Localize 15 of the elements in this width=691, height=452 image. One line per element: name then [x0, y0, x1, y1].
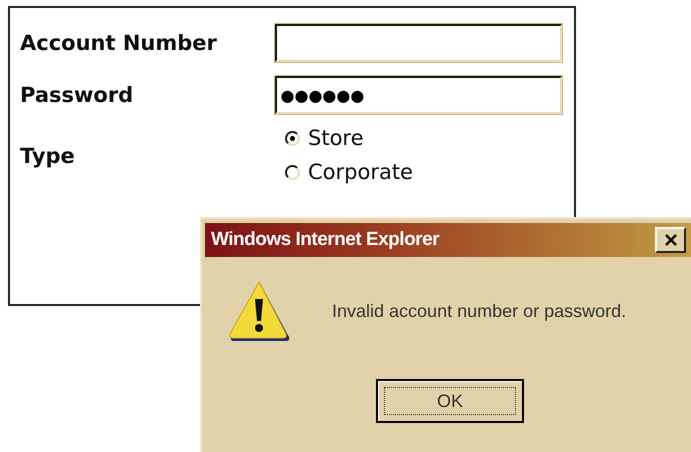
field-label: Type [20, 144, 76, 168]
warning-icon [228, 279, 292, 343]
dialog-title: Windows Internet Explorer [211, 229, 440, 251]
input-field[interactable] [274, 24, 562, 62]
radio-button[interactable] [285, 164, 300, 180]
close-button[interactable] [655, 227, 686, 253]
ok-button[interactable]: OK [376, 379, 524, 423]
radio-label: Store [308, 126, 364, 150]
dialog-message: Invalid account number or password. [332, 300, 626, 322]
radio-button[interactable] [285, 130, 300, 146]
field-label: Account Number [20, 31, 218, 55]
field-label: Password [20, 83, 134, 107]
radio-label: Corporate [308, 160, 413, 184]
close-icon [664, 233, 678, 247]
input-field[interactable]: ●●●●●● [274, 76, 562, 114]
